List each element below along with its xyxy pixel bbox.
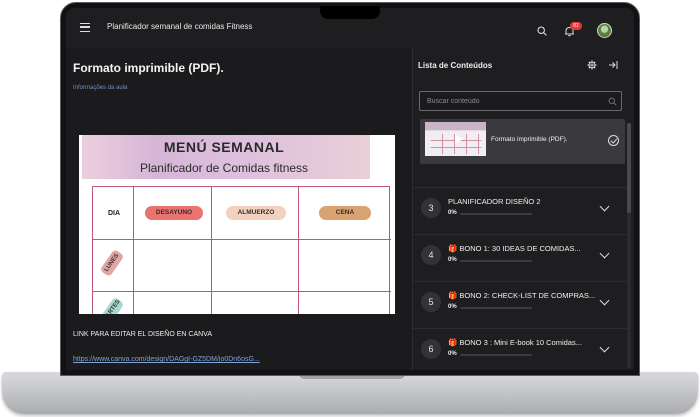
lesson-content: Formato imprimible (PDF). Informações da… — [66, 48, 411, 370]
lesson-info-link[interactable]: Informações da aula — [73, 85, 127, 91]
module-progress-bar — [460, 260, 532, 262]
content-sidebar: Lista de Conteúdos Buscar conteúdo Forma… — [412, 48, 634, 370]
sidebar-scrollbar-thumb[interactable] — [627, 123, 631, 213]
module-title: PLANIFICADOR DISEÑO 2 — [448, 197, 541, 206]
module-progress-bar — [460, 354, 532, 356]
lesson-thumbnail — [425, 122, 486, 156]
column-cena: CENA — [319, 206, 371, 220]
canva-link[interactable]: https://www.canva.com/design/DAGgI-GZ5DM… — [73, 356, 260, 363]
sidebar-scrollbar[interactable] — [627, 123, 631, 368]
module-title: 🎁 BONO 1: 30 IDEAS DE COMIDAS... — [448, 244, 581, 253]
avatar[interactable] — [597, 23, 612, 38]
grid-line — [211, 187, 212, 314]
column-almuerzo: ALMUERZO — [226, 206, 286, 220]
column-dia: DIA — [107, 210, 121, 217]
gear-icon[interactable] — [587, 60, 597, 70]
module-progress-text: 0% — [448, 257, 457, 263]
module-item[interactable]: 6 🎁 BONO 3 : Mini E-book 10 Comidas... 0… — [413, 328, 627, 370]
module-item[interactable]: 5 🎁 BONO 2: CHECK-LIST DE COMPRAS... 0% — [413, 281, 627, 326]
module-number: 6 — [421, 339, 441, 359]
module-progress-text: 0% — [448, 351, 457, 357]
module-title: 🎁 BONO 3 : Mini E-book 10 Comidas... — [448, 338, 582, 347]
menu-grid: DIA DESAYUNO ALMUERZO CENA LUNES MARTES — [92, 186, 391, 314]
column-desayuno: DESAYUNO — [145, 206, 203, 220]
grid-line — [298, 187, 299, 314]
module-progress-text: 0% — [448, 304, 457, 310]
module-number: 5 — [421, 292, 441, 312]
search-icon[interactable] — [608, 97, 617, 106]
module-progress-bar — [460, 307, 532, 309]
chevron-down-icon[interactable] — [599, 295, 610, 306]
play-icon[interactable] — [455, 134, 463, 144]
module-item[interactable]: 4 🎁 BONO 1: 30 IDEAS DE COMIDAS... 0% — [413, 234, 627, 279]
module-title: 🎁 BONO 2: CHECK-LIST DE COMPRAS... — [448, 291, 596, 300]
lesson-title: Formato imprimible (PDF). — [73, 61, 224, 75]
current-lesson-label: Formato imprimible (PDF). — [491, 136, 568, 143]
sidebar-title: Lista de Conteúdos — [418, 61, 493, 70]
chevron-down-icon[interactable] — [599, 342, 610, 353]
camera-notch — [320, 6, 380, 19]
sheet-title: MENÚ SEMANAL — [163, 139, 285, 155]
sheet-subtitle: Planificador de Comidas fitness — [139, 161, 309, 175]
module-progress-text: 0% — [448, 210, 457, 216]
notification-badge: 81 — [570, 22, 582, 30]
grid-line — [93, 239, 391, 240]
module-number: 4 — [421, 245, 441, 265]
content-search-input[interactable] — [427, 96, 597, 107]
module-item[interactable]: 3 PLANIFICADOR DISEÑO 2 0% — [413, 187, 627, 232]
chevron-down-icon[interactable] — [599, 201, 610, 212]
screen: Planificador semanal de comidas Fitness … — [66, 8, 634, 370]
day-lunes: LUNES — [99, 248, 125, 278]
check-circle-icon[interactable] — [608, 135, 619, 146]
content-search — [419, 91, 622, 111]
module-number: 3 — [421, 198, 441, 218]
menu-icon[interactable] — [80, 23, 90, 32]
chevron-down-icon[interactable] — [599, 248, 610, 259]
search-icon[interactable] — [537, 26, 547, 36]
collapse-icon[interactable] — [608, 60, 618, 70]
grid-line — [133, 187, 134, 314]
lesson-preview[interactable]: MENÚ SEMANAL Planificador de Comidas fit… — [79, 135, 395, 314]
module-progress-bar — [460, 213, 532, 215]
laptop-base — [2, 372, 698, 414]
app-title: Planificador semanal de comidas Fitness — [107, 22, 253, 31]
grid-line — [93, 291, 391, 292]
canva-link-label: LINK PARA EDITAR EL DISEÑO EN CANVA — [73, 331, 212, 338]
day-martes: MARTES — [99, 296, 125, 314]
current-lesson-item[interactable]: Formato imprimible (PDF). — [420, 119, 625, 164]
